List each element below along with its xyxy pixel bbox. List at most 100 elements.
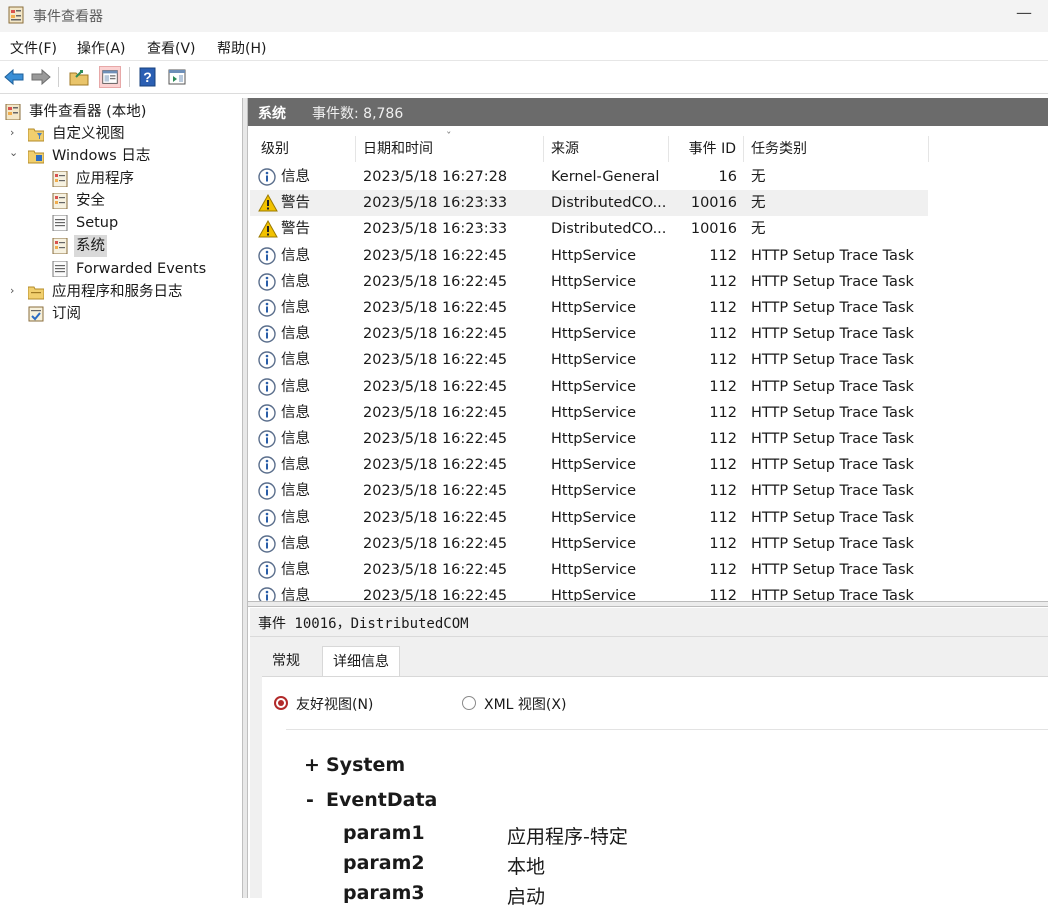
- forward-arrow-icon[interactable]: [30, 66, 52, 88]
- expand-chevron-icon[interactable]: ›: [10, 126, 14, 139]
- cell-event-id: 112: [709, 509, 737, 526]
- table-row[interactable]: 警告 2023/5/18 16:23:33 DistributedCO... 1001…: [250, 190, 928, 217]
- cell-task-category: HTTP Setup Trace Task: [751, 300, 914, 316]
- tab-general[interactable]: 常规: [262, 646, 310, 676]
- info-icon: [258, 377, 278, 398]
- navigation-tree: 事件查看器 (本地) › 自定义视图 ⌄ Windows 日志 应用程序 安全: [0, 98, 242, 898]
- info-icon: [258, 587, 278, 601]
- cell-datetime: 2023/5/18 16:22:45: [363, 457, 508, 474]
- folder-windows-icon: [28, 150, 44, 164]
- cell-level: 信息: [281, 247, 310, 264]
- horizontal-splitter[interactable]: [248, 601, 1048, 607]
- cell-task-category: HTTP Setup Trace Task: [751, 431, 914, 447]
- vertical-splitter[interactable]: [242, 98, 248, 898]
- tab-details[interactable]: 详细信息: [322, 646, 400, 677]
- cell-task-category: HTTP Setup Trace Task: [751, 326, 914, 343]
- column-header-event-id[interactable]: 事件 ID: [669, 136, 744, 162]
- cell-task-category: HTTP Setup Trace Task: [751, 509, 914, 526]
- table-row[interactable]: 信息 2023/5/18 16:22:45 HttpService 112 HTTP S…: [250, 347, 928, 373]
- system-toggle[interactable]: +: [304, 754, 320, 776]
- cell-level: 信息: [281, 326, 310, 343]
- expand-chevron-icon[interactable]: ›: [10, 284, 14, 297]
- info-icon: [258, 351, 278, 371]
- table-row[interactable]: 信息 2023/5/18 16:22:45 HttpService 112 HTTP S…: [250, 557, 928, 583]
- table-row[interactable]: 信息 2023/5/18 16:22:45 HttpService 112 HTTP S…: [250, 531, 928, 557]
- cell-datetime: 2023/5/18 16:22:45: [363, 509, 508, 526]
- cell-source: HttpService: [551, 535, 637, 552]
- table-row[interactable]: 信息 2023/5/18 16:22:45 HttpService 112 HTTP S…: [250, 426, 928, 452]
- column-header-datetime[interactable]: 日期和时间 ˇ: [356, 130, 544, 162]
- table-row[interactable]: 信息 2023/5/18 16:22:45 HttpService 112 HTTP S…: [250, 400, 928, 426]
- back-arrow-icon[interactable]: [3, 66, 25, 88]
- table-row[interactable]: 信息 2023/5/18 16:22:45 HttpService 112 HTTP S…: [250, 295, 928, 321]
- folder-icon: [28, 286, 44, 300]
- table-row[interactable]: 信息 2023/5/18 16:22:45 HttpService 112 HTTP S…: [250, 243, 928, 269]
- event-detail-title-bar: 事件 10016，DistributedCOM: [250, 608, 1048, 637]
- radio-unselected-icon: [462, 696, 476, 710]
- cell-source: HttpService: [551, 562, 637, 578]
- cell-datetime: 2023/5/18 16:22:45: [363, 431, 508, 447]
- cell-event-id: 16: [718, 169, 737, 185]
- table-row[interactable]: 信息 2023/5/18 16:22:45 HttpService 112 HTTP S…: [250, 269, 928, 295]
- tree-forwarded-events-label: Forwarded Events: [76, 261, 207, 277]
- table-row[interactable]: 警告 2023/5/18 16:23:33 DistributedCO... 1001…: [250, 216, 928, 242]
- cell-task-category: HTTP Setup Trace Task: [751, 273, 914, 290]
- info-icon: [258, 168, 278, 188]
- cell-source: HttpService: [551, 378, 637, 395]
- cell-source: HttpService: [551, 588, 637, 601]
- column-header-task-category[interactable]: 任务类别: [744, 136, 929, 162]
- event-count: 事件数: 8,786: [312, 106, 404, 122]
- cell-level: 信息: [281, 588, 310, 601]
- table-row[interactable]: 信息 2023/5/18 16:22:45 HttpService 112 HTTP S…: [250, 374, 928, 400]
- cell-datetime: 2023/5/18 16:22:45: [363, 300, 508, 316]
- table-row[interactable]: 信息 2023/5/18 16:22:45 HttpService 112 HTTP S…: [250, 478, 928, 504]
- cell-datetime: 2023/5/18 16:22:45: [363, 535, 508, 552]
- minimize-button[interactable]: —: [1012, 0, 1036, 28]
- collapse-chevron-icon[interactable]: ⌄: [9, 146, 18, 159]
- action-pane-icon[interactable]: [166, 66, 188, 88]
- cell-source: HttpService: [551, 509, 637, 526]
- event-list: 级别 日期和时间 ˇ 来源 事件 ID 任务类别 信息 2023/5/18 16:…: [250, 130, 1048, 601]
- open-folder-icon[interactable]: [68, 66, 90, 88]
- table-row[interactable]: 信息 2023/5/18 16:22:45 HttpService 112 HTTP S…: [250, 452, 928, 478]
- table-row[interactable]: 信息 2023/5/18 16:22:45 HttpService 112 HTTP S…: [250, 505, 928, 531]
- table-row[interactable]: 信息 2023/5/18 16:22:45 HttpService 112 HTTP S…: [250, 321, 928, 347]
- column-header-event-id-label: 事件 ID: [688, 141, 736, 157]
- table-row[interactable]: 信息 2023/5/18 16:27:28 Kernel-General 16 无: [250, 164, 928, 190]
- info-icon: [258, 482, 278, 502]
- show-hide-tree-icon[interactable]: [99, 66, 121, 88]
- cell-datetime: 2023/5/18 16:22:45: [363, 273, 508, 290]
- cell-event-id: 112: [709, 431, 737, 447]
- eventdata-toggle[interactable]: -: [306, 789, 314, 811]
- info-icon: [258, 299, 278, 319]
- svg-text:?: ?: [143, 69, 152, 85]
- details-tab-body: 友好视图(N) XML 视图(X) + System - EventData p…: [262, 676, 1048, 908]
- cell-datetime: 2023/5/18 16:22:45: [363, 352, 508, 369]
- cell-source: HttpService: [551, 300, 637, 316]
- cell-level: 信息: [281, 169, 310, 185]
- cell-datetime: 2023/5/18 16:23:33: [363, 221, 508, 238]
- system-node-label: System: [326, 754, 406, 776]
- cell-event-id: 112: [709, 273, 737, 290]
- event-detail-pane: 常规 详细信息 友好视图(N) XML 视图(X) + System - Eve…: [250, 637, 1048, 908]
- cell-source: HttpService: [551, 457, 637, 474]
- table-row[interactable]: 信息 2023/5/18 16:22:45 HttpService 112 HTTP S…: [250, 583, 928, 601]
- event-viewer-icon: [5, 104, 21, 120]
- column-header-level[interactable]: 级别: [254, 136, 356, 162]
- column-header-source[interactable]: 来源: [544, 136, 669, 162]
- cell-level: 信息: [281, 404, 310, 421]
- cell-level: 信息: [281, 300, 310, 316]
- menu-view[interactable]: 查看(V): [147, 38, 196, 58]
- param-name: param1: [343, 822, 425, 844]
- column-header-task-category-label: 任务类别: [751, 141, 807, 157]
- cell-event-id: 112: [709, 457, 737, 474]
- menu-help[interactable]: 帮助(H): [217, 38, 266, 58]
- log-title: 系统: [258, 106, 286, 122]
- menu-action[interactable]: 操作(A): [77, 38, 126, 58]
- menu-file[interactable]: 文件(F): [10, 38, 57, 58]
- info-icon: [258, 535, 278, 555]
- cell-source: DistributedCO...: [551, 221, 666, 238]
- menu-bar: 文件(F) 操作(A) 查看(V) 帮助(H): [0, 32, 1048, 61]
- folder-filter-icon: [28, 128, 44, 142]
- help-icon[interactable]: ?: [137, 66, 159, 88]
